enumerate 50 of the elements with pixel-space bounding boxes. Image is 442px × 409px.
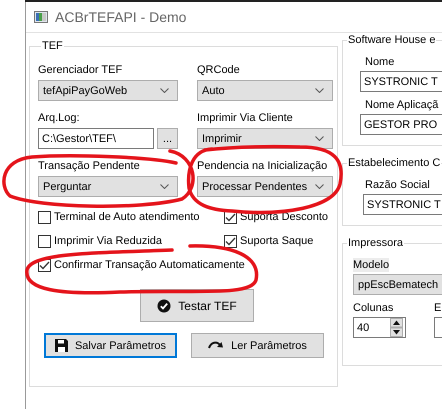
dropdown[interactable]: Perguntar bbox=[38, 176, 178, 197]
field-label: QRCode bbox=[197, 63, 241, 77]
checkbox-label: Suporta Saque bbox=[240, 235, 314, 247]
group-title: TEF bbox=[41, 39, 64, 53]
field-label: Colunas bbox=[353, 301, 394, 315]
group-title: Impressora bbox=[347, 236, 404, 250]
checkbox[interactable] bbox=[38, 234, 51, 248]
window-title: ACBrTEFAPI - Demo bbox=[55, 9, 186, 25]
dropdown[interactable]: Auto bbox=[197, 80, 333, 101]
chevron-icon bbox=[160, 184, 169, 189]
group-title: Estabelecimento C bbox=[347, 156, 442, 170]
checkbox[interactable] bbox=[224, 234, 237, 248]
field-label: E bbox=[434, 301, 442, 315]
field-label: Transação Pendente bbox=[38, 159, 141, 173]
browse-button[interactable]: ... bbox=[157, 128, 178, 149]
field-label: Nome bbox=[365, 55, 396, 69]
dropdown[interactable]: tefApiPayGoWeb bbox=[38, 80, 178, 101]
checkbox-label: Imprimir Via Reduzida bbox=[54, 235, 162, 247]
dropdown[interactable]: ppEscBematech bbox=[353, 274, 442, 295]
field-label: Arq.Log: bbox=[38, 111, 81, 125]
checkbox-label: Confirmar Transação Automaticamente bbox=[54, 259, 245, 271]
group-title: Software House e bbox=[347, 33, 436, 47]
chevron-icon bbox=[315, 88, 324, 93]
field-label: Imprimir Via Cliente bbox=[197, 111, 294, 125]
text-field[interactable]: SYSTRONIC T bbox=[363, 194, 442, 215]
check-icon bbox=[39, 260, 50, 270]
app-icon bbox=[34, 11, 48, 23]
spin-arrows-icon bbox=[390, 318, 403, 337]
check-icon bbox=[225, 212, 236, 222]
text-field[interactable]: GESTOR PRO bbox=[360, 114, 442, 135]
checkbox[interactable] bbox=[38, 210, 51, 224]
button[interactable]: Salvar Parâmetros bbox=[44, 333, 177, 358]
number-field[interactable]: 40 bbox=[353, 317, 406, 338]
field-label: Nome Aplicaçã bbox=[365, 98, 440, 112]
checkbox-label: Terminal de Auto atendimento bbox=[54, 211, 200, 223]
text-field[interactable]: SYSTRONIC T bbox=[360, 71, 442, 92]
field-label: Pendencia na Inicialização bbox=[197, 159, 328, 173]
checkbox-label: Suporta Desconto bbox=[240, 211, 328, 223]
test-button[interactable]: Testar TEF bbox=[140, 289, 254, 322]
dropdown[interactable]: Processar Pendentes bbox=[197, 176, 333, 197]
chevron-icon bbox=[315, 184, 324, 189]
check-circle-icon bbox=[157, 298, 172, 312]
chevron-icon bbox=[160, 88, 169, 93]
field-label: Modelo bbox=[353, 258, 390, 272]
field-label: Gerenciador TEF bbox=[38, 63, 124, 77]
chevron-icon bbox=[315, 136, 324, 141]
field-label: Razão Social bbox=[365, 178, 431, 192]
button[interactable]: Ler Parâmetros bbox=[191, 333, 324, 358]
text-field[interactable]: C:\Gestor\TEF\ bbox=[38, 128, 154, 149]
check-icon bbox=[225, 236, 236, 246]
